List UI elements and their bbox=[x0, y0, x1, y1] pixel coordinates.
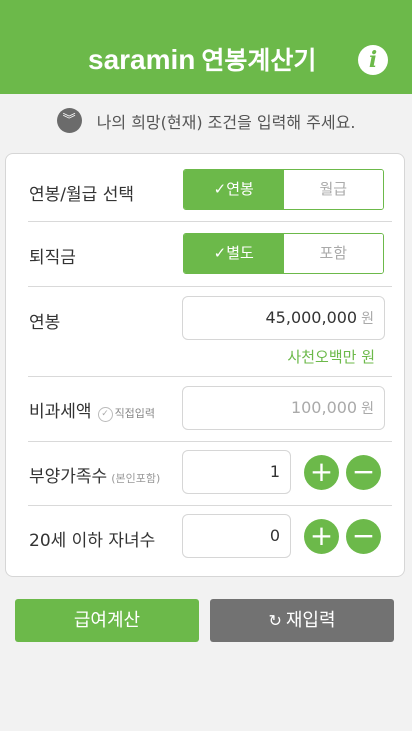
dependents-label: 부양가족수 bbox=[29, 467, 108, 487]
divider bbox=[28, 505, 392, 506]
pay-type-annual-option[interactable]: ✓연봉 bbox=[184, 170, 284, 209]
nontax-unit: 원 bbox=[361, 401, 374, 417]
app-title: saramin 연봉계산기 bbox=[88, 40, 316, 81]
salary-label: 연봉 bbox=[29, 313, 61, 333]
nontax-value: 100,000 bbox=[290, 398, 358, 417]
pay-type-monthly-option[interactable]: 월급 bbox=[283, 170, 383, 209]
pay-type-toggle: ✓연봉 월급 bbox=[183, 169, 384, 210]
divider bbox=[28, 441, 392, 442]
severance-label: 퇴직금 bbox=[29, 248, 76, 268]
info-icon[interactable]: i bbox=[358, 45, 388, 75]
pay-type-label: 연봉/월급 선택 bbox=[29, 185, 134, 205]
dependents-note: (본인포함) bbox=[111, 472, 161, 485]
children-value: 0 bbox=[269, 526, 280, 545]
reset-button[interactable]: ↻ 재입력 bbox=[210, 599, 394, 642]
salary-unit: 원 bbox=[361, 311, 374, 327]
direct-input-checkbox[interactable]: ✓ 직접입력 bbox=[97, 406, 156, 422]
nontax-input[interactable]: 100,000 원 bbox=[182, 386, 385, 430]
reset-label: 재입력 bbox=[285, 610, 336, 631]
dependents-label-group: 부양가족수 (본인포함) bbox=[29, 462, 160, 487]
dependents-minus-button[interactable]: − bbox=[346, 455, 381, 490]
app-header: saramin 연봉계산기 i bbox=[0, 0, 412, 94]
children-input[interactable]: 0 bbox=[182, 514, 291, 558]
children-plus-button[interactable]: + bbox=[304, 519, 339, 554]
hint-text: 나의 희망(현재) 조건을 입력해 주세요. bbox=[96, 112, 356, 132]
chevrons-down-icon: ︾ bbox=[56, 108, 82, 133]
divider bbox=[28, 286, 392, 287]
severance-included-option[interactable]: 포함 bbox=[283, 234, 383, 273]
check-icon: ✓ bbox=[97, 406, 113, 422]
direct-input-label: 직접입력 bbox=[114, 407, 156, 420]
page-title: 연봉계산기 bbox=[201, 46, 317, 75]
children-label: 20세 이하 자녀수 bbox=[29, 531, 156, 551]
dependents-value: 1 bbox=[269, 462, 280, 481]
brand-logo: saramin bbox=[88, 44, 196, 75]
severance-toggle: ✓별도 포함 bbox=[183, 233, 384, 274]
nontax-label-group: 비과세액 ✓ 직접입력 bbox=[29, 397, 155, 422]
nontax-label: 비과세액 bbox=[29, 402, 92, 422]
salary-korean-reading: 사천오백만 원 bbox=[287, 348, 375, 366]
divider bbox=[28, 376, 392, 377]
salary-value: 45,000,000 bbox=[265, 308, 358, 327]
refresh-icon: ↻ bbox=[268, 611, 282, 630]
children-minus-button[interactable]: − bbox=[346, 519, 381, 554]
severance-separate-option[interactable]: ✓별도 bbox=[184, 234, 284, 273]
calculate-button[interactable]: 급여계산 bbox=[15, 599, 199, 642]
dependents-plus-button[interactable]: + bbox=[304, 455, 339, 490]
instruction-hint: ︾ 나의 희망(현재) 조건을 입력해 주세요. bbox=[0, 108, 412, 138]
salary-input[interactable]: 45,000,000 원 bbox=[182, 296, 385, 340]
dependents-input[interactable]: 1 bbox=[182, 450, 291, 494]
divider bbox=[28, 221, 392, 222]
